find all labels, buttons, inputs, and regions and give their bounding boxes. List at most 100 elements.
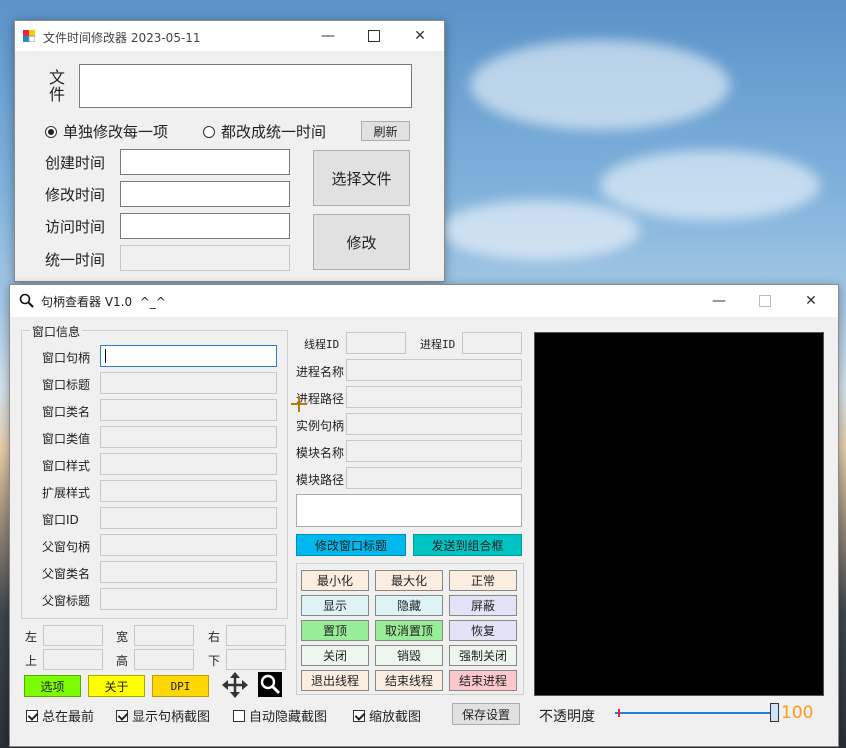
modify-button[interactable]: 修改 xyxy=(313,214,410,270)
position-label: 下 xyxy=(208,654,221,668)
create-time-field[interactable] xyxy=(120,149,290,175)
window-info-group-label: 窗口信息 xyxy=(30,323,83,340)
field-label: 进程名称 xyxy=(296,365,345,379)
field-value[interactable] xyxy=(100,453,277,475)
close-button[interactable]: ✕ xyxy=(397,21,443,51)
modify-time-field[interactable] xyxy=(120,181,290,207)
field-value[interactable] xyxy=(100,480,277,502)
auto-hide-capture-box[interactable] xyxy=(233,709,245,722)
title-bar[interactable]: 文件时间修改器 2023-05-11 — ✕ xyxy=(15,21,444,51)
position-field[interactable] xyxy=(226,625,286,646)
action-button[interactable]: 退出线程 xyxy=(301,670,369,691)
maximize-button[interactable] xyxy=(742,285,788,317)
field-label: 窗口标题 xyxy=(42,378,91,392)
create-time-label: 创建时间 xyxy=(45,154,106,172)
background-cloud xyxy=(440,200,640,260)
field-value[interactable] xyxy=(100,372,277,394)
action-button[interactable]: 恢复 xyxy=(449,620,517,641)
process-id-field[interactable] xyxy=(462,332,522,354)
field-label: 实例句柄 xyxy=(296,419,345,433)
action-button[interactable]: 显示 xyxy=(301,595,369,616)
field-value[interactable] xyxy=(346,467,522,489)
field-value[interactable] xyxy=(346,440,522,462)
position-field[interactable] xyxy=(43,649,103,670)
field-label: 窗口样式 xyxy=(42,459,91,473)
minimize-button[interactable]: — xyxy=(696,285,742,317)
field-label: 窗口ID xyxy=(42,513,79,527)
show-capture-checkbox[interactable]: 显示句柄截图 xyxy=(116,706,210,725)
about-button[interactable]: 关于 xyxy=(88,675,145,697)
output-textbox[interactable] xyxy=(296,494,522,527)
maximize-button[interactable] xyxy=(351,21,397,51)
field-value[interactable] xyxy=(100,534,277,556)
field-value[interactable] xyxy=(100,588,277,610)
radio-each-indicator[interactable] xyxy=(45,125,57,138)
position-field[interactable] xyxy=(226,649,286,670)
action-button[interactable]: 最大化 xyxy=(375,570,443,591)
position-field[interactable] xyxy=(134,649,194,670)
access-time-label: 访问时间 xyxy=(45,218,106,236)
position-label: 高 xyxy=(116,654,129,668)
field-value[interactable] xyxy=(100,426,277,448)
thread-id-field[interactable] xyxy=(346,332,406,354)
action-button[interactable]: 结束线程 xyxy=(375,670,443,691)
choose-file-button[interactable]: 选择文件 xyxy=(313,150,410,206)
scale-capture-checkbox[interactable]: 缩放截图 xyxy=(353,706,421,725)
refresh-button[interactable]: 刷新 xyxy=(361,121,410,141)
always-on-top-box[interactable] xyxy=(26,709,38,722)
field-label: 窗口类值 xyxy=(42,432,91,446)
field-label: 窗口句柄 xyxy=(42,351,91,365)
action-button[interactable]: 强制关闭 xyxy=(449,645,517,666)
title-bar[interactable]: 句柄查看器 V1.0 ^_^ — ✕ xyxy=(10,285,838,317)
field-value[interactable] xyxy=(346,386,522,408)
field-label: 模块名称 xyxy=(296,446,345,460)
modify-time-label: 修改时间 xyxy=(45,186,106,204)
radio-each-item[interactable]: 单独修改每一项 xyxy=(45,121,168,142)
file-time-window: 文件时间修改器 2023-05-11 — ✕ 文件 单独修改每一项 都改成统一时… xyxy=(14,20,445,282)
scale-capture-box[interactable] xyxy=(353,709,365,722)
field-value[interactable] xyxy=(100,345,277,367)
action-button[interactable]: 结束进程 xyxy=(449,670,517,691)
drag-target-move-icon[interactable] xyxy=(222,672,248,698)
show-capture-box[interactable] xyxy=(116,709,128,722)
radio-unified-indicator[interactable] xyxy=(203,125,215,138)
action-button[interactable]: 最小化 xyxy=(301,570,369,591)
action-button[interactable]: 隐藏 xyxy=(375,595,443,616)
close-button[interactable]: ✕ xyxy=(788,285,834,317)
field-value[interactable] xyxy=(100,507,277,529)
slider-thumb[interactable] xyxy=(770,703,779,722)
access-time-field[interactable] xyxy=(120,213,290,239)
auto-hide-capture-checkbox[interactable]: 自动隐藏截图 xyxy=(233,706,327,725)
action-button[interactable]: 正常 xyxy=(449,570,517,591)
radio-unified-time[interactable]: 都改成统一时间 xyxy=(203,121,326,142)
save-settings-button[interactable]: 保存设置 xyxy=(452,703,520,725)
field-value[interactable] xyxy=(100,561,277,583)
send-to-combobox-button[interactable]: 发送到组合框 xyxy=(413,534,522,556)
field-label: 扩展样式 xyxy=(42,486,91,500)
field-value[interactable] xyxy=(346,359,522,381)
handle-preview-area xyxy=(534,332,824,696)
options-button[interactable]: 选项 xyxy=(24,675,81,697)
field-value[interactable] xyxy=(346,413,522,435)
opacity-slider[interactable] xyxy=(615,702,779,724)
minimize-button[interactable]: — xyxy=(305,21,351,51)
crosshair-cursor-icon xyxy=(291,396,307,412)
always-on-top-checkbox[interactable]: 总在最前 xyxy=(26,706,94,725)
field-value[interactable] xyxy=(100,399,277,421)
magnifier-icon[interactable] xyxy=(258,672,282,697)
dpi-button[interactable]: DPI xyxy=(152,675,209,697)
action-button[interactable]: 置顶 xyxy=(301,620,369,641)
search-icon xyxy=(19,293,35,309)
action-button[interactable]: 取消置顶 xyxy=(375,620,443,641)
slider-min-tick xyxy=(618,709,620,717)
position-field[interactable] xyxy=(134,625,194,646)
action-button[interactable]: 销毁 xyxy=(375,645,443,666)
file-path-field[interactable] xyxy=(79,64,412,108)
position-field[interactable] xyxy=(43,625,103,646)
process-id-label: 进程ID xyxy=(420,338,456,351)
modify-window-title-button[interactable]: 修改窗口标题 xyxy=(296,534,406,556)
unified-time-field[interactable] xyxy=(120,245,290,271)
action-button[interactable]: 关闭 xyxy=(301,645,369,666)
action-button[interactable]: 屏蔽 xyxy=(449,595,517,616)
unified-time-label: 统一时间 xyxy=(45,251,106,269)
